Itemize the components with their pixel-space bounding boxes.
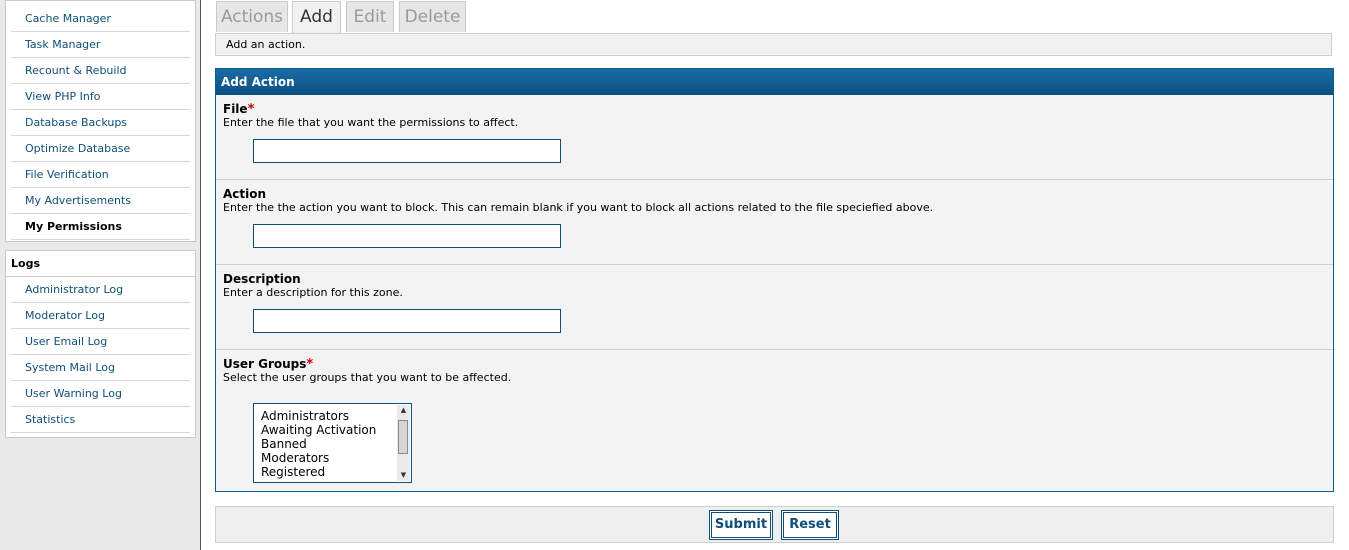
form-title: Add Action	[216, 69, 1333, 95]
add-action-form: Add Action File* Enter the file that you…	[215, 68, 1334, 492]
description-row: Description Enter a description for this…	[216, 265, 1333, 350]
user-groups-select[interactable]: Administrators Awaiting Activation Banne…	[253, 403, 412, 483]
sidebar-tools-box: Cache Manager Task Manager Recount & Reb…	[5, 0, 196, 242]
description-label: Description	[223, 272, 301, 286]
sidebar-logs-title: Logs	[6, 251, 195, 277]
sidebar-item-optimize-database[interactable]: Optimize Database	[11, 136, 190, 162]
sidebar-item-task-manager[interactable]: Task Manager	[11, 32, 190, 58]
description-help: Enter a description for this zone.	[223, 286, 403, 299]
sidebar-item-moderator-log[interactable]: Moderator Log	[11, 303, 190, 329]
scroll-thumb[interactable]	[398, 420, 408, 454]
scroll-down-arrow-icon[interactable]: ▼	[397, 470, 410, 481]
user-group-option[interactable]: Awaiting Activation	[254, 423, 376, 437]
sidebar-item-file-verification[interactable]: File Verification	[11, 162, 190, 188]
sidebar: Cache Manager Task Manager Recount & Reb…	[0, 0, 201, 550]
sidebar-link[interactable]: View PHP Info	[25, 90, 100, 103]
file-label-text: File	[223, 102, 248, 116]
sidebar-item-my-permissions[interactable]: My Permissions	[11, 214, 190, 240]
sidebar-link[interactable]: Cache Manager	[25, 12, 111, 25]
sidebar-link[interactable]: Recount & Rebuild	[25, 64, 127, 77]
sidebar-item-view-php-info[interactable]: View PHP Info	[11, 84, 190, 110]
action-label: Action	[223, 187, 267, 201]
sidebar-link[interactable]: File Verification	[25, 168, 109, 181]
reset-button[interactable]: Reset	[781, 510, 839, 540]
action-description: Enter the the action you want to block. …	[223, 201, 934, 214]
sidebar-link[interactable]: Moderator Log	[25, 309, 105, 322]
sidebar-item-my-advertisements[interactable]: My Advertisements	[11, 188, 190, 214]
action-row: Action Enter the the action you want to …	[216, 180, 1333, 265]
sidebar-link[interactable]: Task Manager	[25, 38, 100, 51]
sidebar-item-administrator-log[interactable]: Administrator Log	[11, 277, 190, 303]
submit-button[interactable]: Submit	[709, 510, 773, 540]
sidebar-link[interactable]: Optimize Database	[25, 142, 130, 155]
required-marker: *	[247, 102, 255, 117]
sidebar-item-database-backups[interactable]: Database Backups	[11, 110, 190, 136]
tab-description: Add an action.	[215, 33, 1332, 56]
sidebar-logs-box: Logs Administrator Log Moderator Log Use…	[5, 250, 196, 438]
sidebar-item-user-email-log[interactable]: User Email Log	[11, 329, 190, 355]
tab-add[interactable]: Add	[292, 1, 341, 34]
file-row: File* Enter the file that you want the p…	[216, 95, 1333, 180]
sidebar-link[interactable]: User Warning Log	[25, 387, 122, 400]
file-description: Enter the file that you want the permiss…	[223, 116, 519, 129]
sidebar-link[interactable]: System Mail Log	[25, 361, 115, 374]
sidebar-link-active[interactable]: My Permissions	[25, 220, 122, 233]
file-label: File*	[223, 102, 1333, 117]
button-bar: Submit Reset	[215, 506, 1334, 543]
user-groups-label: User Groups*	[223, 357, 1333, 372]
sidebar-link[interactable]: Database Backups	[25, 116, 127, 129]
sidebar-link[interactable]: My Advertisements	[25, 194, 131, 207]
sidebar-item-statistics[interactable]: Statistics	[11, 407, 190, 433]
tab-actions[interactable]: Actions	[216, 1, 288, 32]
sidebar-item-system-mail-log[interactable]: System Mail Log	[11, 355, 190, 381]
sidebar-item-user-warning-log[interactable]: User Warning Log	[11, 381, 190, 407]
tab-edit[interactable]: Edit	[346, 1, 394, 32]
user-group-option[interactable]: Banned	[254, 437, 376, 451]
user-group-option[interactable]: Moderators	[254, 451, 376, 465]
tab-delete[interactable]: Delete	[399, 1, 466, 32]
sidebar-link[interactable]: Statistics	[25, 413, 75, 426]
user-group-option[interactable]: Administrators	[254, 409, 376, 423]
user-groups-row: User Groups* Select the user groups that…	[216, 350, 1333, 491]
action-input[interactable]	[253, 224, 561, 248]
required-marker: *	[306, 357, 314, 372]
sidebar-link[interactable]: User Email Log	[25, 335, 107, 348]
user-groups-label-text: User Groups	[223, 357, 307, 371]
listbox-scrollbar[interactable]: ▲ ▼	[397, 405, 410, 481]
sidebar-item-cache-manager[interactable]: Cache Manager	[11, 6, 190, 32]
sidebar-link[interactable]: Administrator Log	[25, 283, 123, 296]
file-input[interactable]	[253, 139, 561, 163]
user-group-option[interactable]: Registered	[254, 465, 376, 479]
user-groups-description: Select the user groups that you want to …	[223, 371, 512, 384]
sidebar-item-recount-rebuild[interactable]: Recount & Rebuild	[11, 58, 190, 84]
description-input[interactable]	[253, 309, 561, 333]
scroll-up-arrow-icon[interactable]: ▲	[397, 405, 410, 416]
